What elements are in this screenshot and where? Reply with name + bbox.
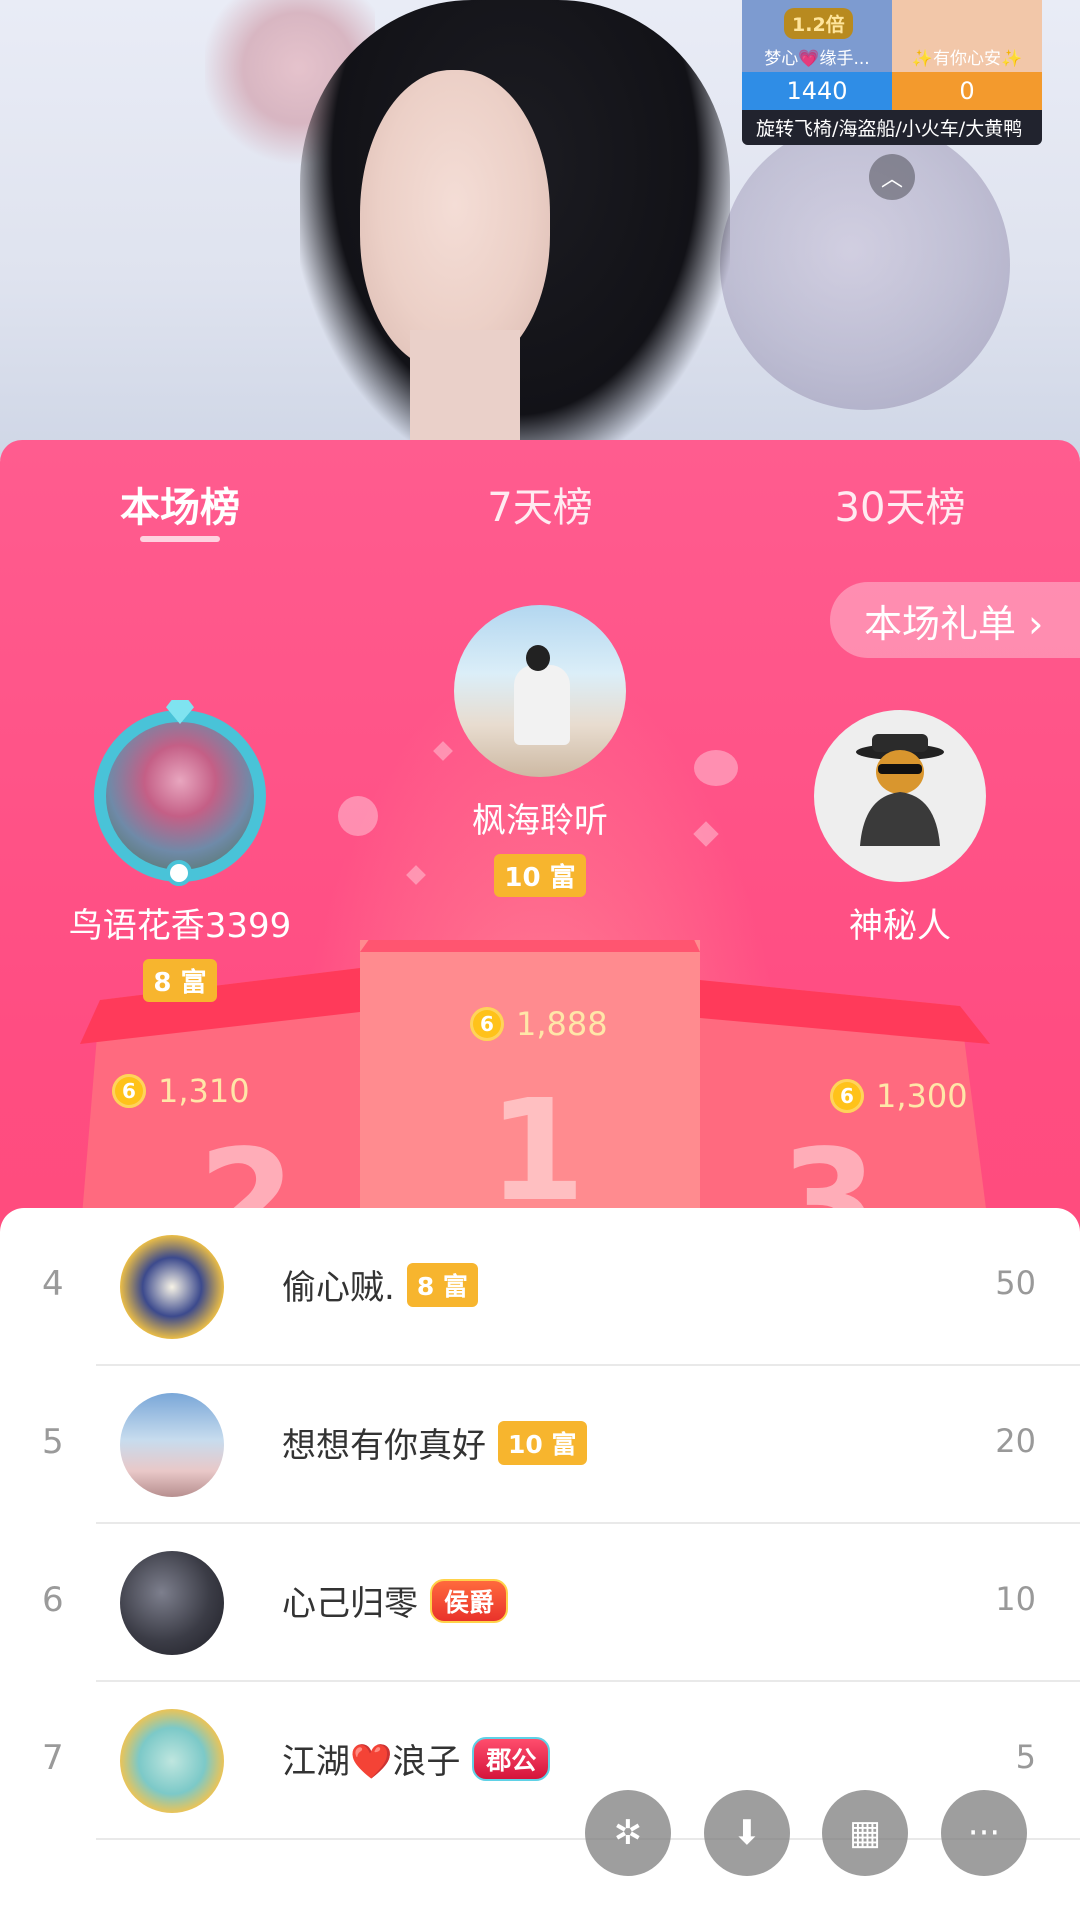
list-name-text: 偷心贼. [282, 1268, 395, 1308]
list-value: 50 [995, 1264, 1036, 1302]
avatar [814, 710, 986, 882]
avatar [120, 1393, 224, 1497]
list-name: 想想有你真好 10 富 [282, 1418, 587, 1467]
avatar [120, 1709, 224, 1813]
list-name: 心己归零 侯爵 [282, 1576, 509, 1625]
pk-battle-widget[interactable]: 1.2倍 梦心💗缘手... ✨有你心安✨ 1440 0 旋转飞椅/海盗船/小火车… [742, 0, 1042, 145]
share-icon: ✲ [613, 1813, 643, 1853]
confetti [338, 796, 378, 836]
collapse-chevron-icon[interactable]: ︿ [869, 154, 915, 200]
coin-icon: 6 [112, 1074, 146, 1108]
list-value: 20 [995, 1422, 1036, 1460]
rank-1-name: 枫海聆听 [472, 801, 608, 841]
coin-icon: 6 [830, 1079, 864, 1113]
second-coins-value: 1,310 [158, 1072, 250, 1110]
rank-3-user[interactable]: 神秘人 [770, 710, 1030, 947]
list-value: 10 [995, 1580, 1036, 1618]
pk-right-name: ✨有你心安✨ [911, 49, 1023, 69]
noble-rank-badge: 郡公 [472, 1736, 551, 1781]
tab-label: 30天榜 [834, 485, 966, 531]
list-rank: 7 [42, 1738, 64, 1778]
gift-list-button[interactable]: 本场礼单 › [830, 582, 1080, 658]
avatar-frame [94, 700, 266, 886]
tab-7-days[interactable]: 7天榜 [360, 440, 720, 568]
tab-this-show[interactable]: 本场榜 [0, 440, 360, 568]
rank-1-user[interactable]: 枫海聆听 10 富 [380, 605, 700, 897]
tab-active-indicator [140, 536, 220, 542]
confetti [694, 750, 738, 786]
avatar [454, 605, 626, 777]
rich-level-badge: 10 富 [498, 1420, 587, 1465]
avatar [120, 1235, 224, 1339]
rank-2-user[interactable]: 鸟语花香3399 8 富 [40, 700, 320, 1002]
grid-icon: ▦ [848, 1813, 882, 1853]
rank-1-rich-badge: 10 富 [494, 854, 586, 897]
noble-rank-badge: 侯爵 [430, 1578, 509, 1623]
rank-3-name: 神秘人 [849, 906, 951, 946]
mystery-person-icon [856, 734, 944, 846]
tab-label: 本场榜 [120, 485, 240, 531]
pk-gift-ticker: 旋转飞椅/海盗船/小火车/大黄鸭 [742, 110, 1042, 145]
list-name: 江湖❤️浪子 郡公 [282, 1734, 551, 1783]
list-rank: 4 [42, 1264, 64, 1304]
grid-menu-button[interactable]: ▦ [822, 1790, 908, 1876]
avatar [120, 1551, 224, 1655]
download-button[interactable]: ⬇ [704, 1790, 790, 1876]
rank-2-rich-badge: 8 富 [143, 959, 217, 1002]
list-rank: 6 [42, 1580, 64, 1620]
more-button[interactable]: ··· [941, 1790, 1027, 1876]
share-button[interactable]: ✲ [585, 1790, 671, 1876]
more-icon: ··· [967, 1813, 1001, 1853]
rich-level-badge: 8 富 [406, 1262, 478, 1307]
list-name: 偷心贼. 8 富 [282, 1260, 478, 1309]
list-item[interactable]: 4 偷心贼. 8 富 50 [0, 1208, 1080, 1366]
list-rank: 5 [42, 1422, 64, 1462]
download-icon: ⬇ [732, 1813, 762, 1853]
avatar-ring [94, 710, 266, 882]
list-item[interactable]: 6 心己归零 侯爵 10 [0, 1524, 1080, 1682]
list-item[interactable]: 5 想想有你真好 10 富 20 [0, 1366, 1080, 1524]
rank-2-name: 鸟语花香3399 [68, 906, 292, 946]
list-value: 5 [1015, 1738, 1036, 1776]
tab-30-days[interactable]: 30天榜 [720, 440, 1080, 568]
pk-right-score: 0 [892, 72, 1042, 110]
pk-left-score: 1440 [742, 72, 892, 110]
background-globe [720, 120, 1010, 410]
third-coins: 6 1,300 [830, 1077, 968, 1115]
list-name-text: 想想有你真好 [282, 1426, 486, 1466]
first-coins: 6 1,888 [470, 1005, 608, 1043]
second-coins: 6 1,310 [112, 1072, 250, 1110]
list-name-text: 心己归零 [282, 1584, 418, 1624]
ranking-list: 4 偷心贼. 8 富 50 5 想想有你真好 10 富 20 6 心己归零 侯爵… [0, 1208, 1080, 1920]
first-coins-value: 1,888 [516, 1005, 608, 1043]
pk-multiplier: 1.2倍 [784, 8, 853, 39]
coin-icon: 6 [470, 1007, 504, 1041]
tab-label: 7天榜 [487, 485, 593, 531]
ranking-tabs: 本场榜 7天榜 30天榜 [0, 440, 1080, 568]
pk-left-name: 梦心💗缘手... [764, 49, 870, 69]
list-name-text: 江湖❤️浪子 [282, 1742, 461, 1782]
ring-bottom-icon [166, 860, 192, 886]
streamer-face [360, 70, 550, 370]
list-item[interactable]: 7 江湖❤️浪子 郡公 5 [0, 1682, 1080, 1840]
third-coins-value: 1,300 [876, 1077, 968, 1115]
